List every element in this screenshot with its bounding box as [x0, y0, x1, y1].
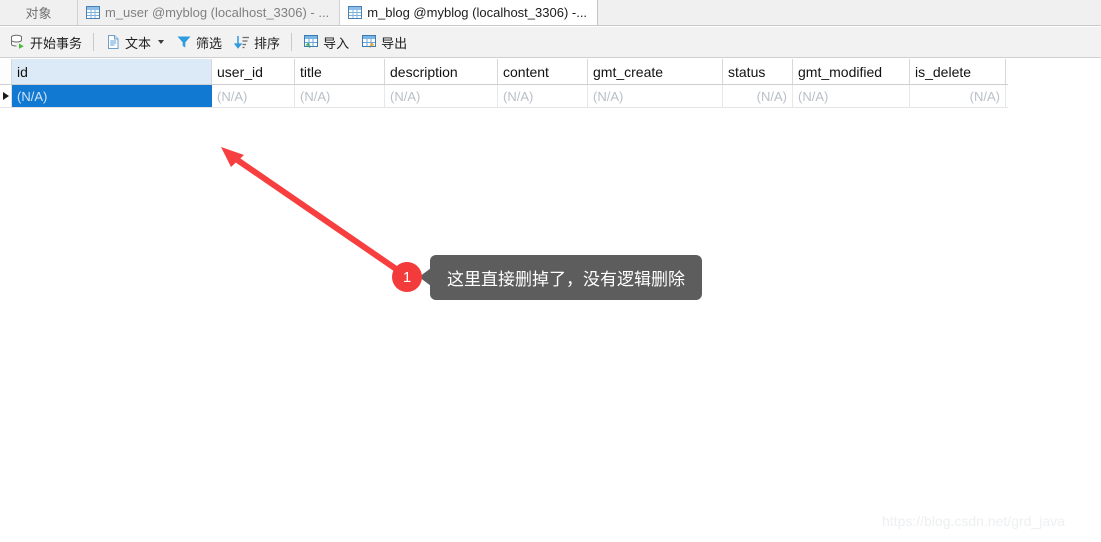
cell-value: (N/A) [969, 88, 1000, 104]
cell-value: (N/A) [503, 88, 534, 104]
column-header-label: id [17, 63, 28, 80]
annotation-step-number: 1 [402, 268, 412, 286]
column-header-title[interactable]: title [295, 59, 385, 84]
grid-toolbar: 开始事务 文本 筛选 排序 导入 导出 [0, 27, 1101, 58]
tab-bar: 对象 m_user @myblog (localhost_3306) - ... [0, 0, 1101, 26]
filter-button[interactable]: 筛选 [170, 30, 228, 54]
cell-title[interactable]: (N/A) [295, 85, 385, 107]
cell-value: (N/A) [593, 88, 624, 104]
annotation-callout-text: 这里直接删掉了，没有逻辑删除 [447, 270, 685, 289]
begin-transaction-button[interactable]: 开始事务 [4, 30, 88, 54]
grid-gutter-header [0, 59, 12, 84]
cell-gmt-create[interactable]: (N/A) [588, 85, 723, 107]
row-indicator-cell [0, 85, 12, 107]
tab-m-blog-label: m_blog @myblog (localhost_3306) -... [367, 5, 588, 20]
column-header-label: content [503, 63, 549, 80]
column-header-status[interactable]: status [723, 59, 793, 84]
tab-m-user-label: m_user @myblog (localhost_3306) - ... [105, 5, 330, 20]
cell-value: (N/A) [798, 88, 829, 104]
column-header-gmt-create[interactable]: gmt_create [588, 59, 723, 84]
column-header-label: gmt_modified [798, 63, 883, 80]
cell-value: (N/A) [217, 88, 248, 104]
cell-is-delete[interactable]: (N/A) [910, 85, 1006, 107]
column-header-content[interactable]: content [498, 59, 588, 84]
current-row-arrow-icon [2, 92, 9, 100]
cell-value: (N/A) [17, 88, 48, 104]
begin-transaction-label: 开始事务 [30, 35, 83, 51]
column-header-is-delete[interactable]: is_delete [910, 59, 1006, 84]
cell-value: (N/A) [756, 88, 787, 104]
grid-import-icon [304, 35, 319, 49]
cell-content[interactable]: (N/A) [498, 85, 588, 107]
import-button-label: 导入 [323, 35, 350, 51]
column-header-label: user_id [217, 63, 263, 80]
sort-descending-icon [234, 36, 250, 49]
annotation-arrow [221, 147, 401, 274]
cell-status[interactable]: (N/A) [723, 85, 793, 107]
column-header-id[interactable]: id [12, 59, 212, 84]
cell-description[interactable]: (N/A) [385, 85, 498, 107]
funnel-icon [177, 36, 191, 48]
objects-label-text: 对象 [25, 6, 52, 21]
table-row[interactable]: (N/A) (N/A) (N/A) (N/A) (N/A) (N/A) (N/A… [0, 85, 1008, 108]
cell-id[interactable]: (N/A) [12, 85, 212, 107]
sort-button[interactable]: 排序 [228, 30, 286, 54]
text-button[interactable]: 文本 [99, 30, 170, 54]
sort-button-label: 排序 [254, 35, 281, 51]
toolbar-separator-2 [291, 33, 293, 51]
column-header-label: description [390, 63, 458, 80]
tab-bar-empty-area [598, 0, 1101, 25]
column-header-label: gmt_create [593, 63, 664, 80]
table-grid-icon [86, 6, 100, 19]
tab-m-user[interactable]: m_user @myblog (localhost_3306) - ... [78, 0, 341, 25]
data-grid: id user_id title description content gmt… [0, 59, 1008, 108]
column-header-description[interactable]: description [385, 59, 498, 84]
database-play-icon [11, 34, 24, 49]
document-icon [108, 35, 119, 49]
tab-m-blog[interactable]: m_blog @myblog (localhost_3306) -... [340, 0, 599, 25]
objects-panel-label[interactable]: 对象 [0, 0, 78, 25]
column-header-label: title [300, 63, 322, 80]
column-header-label: is_delete [915, 63, 972, 80]
cell-user-id[interactable]: (N/A) [212, 85, 295, 107]
annotation-callout: 这里直接删掉了，没有逻辑删除 [430, 255, 702, 300]
chevron-down-icon[interactable] [158, 40, 165, 44]
annotation-step-badge: 1 [392, 262, 422, 292]
watermark: https://blog.csdn.net/grd_java [882, 513, 1065, 529]
nav icat-data-grid-window: 对象 m_user @myblog (localhost_3306) - ... [0, 0, 1101, 542]
export-button[interactable]: 导出 [355, 30, 413, 54]
column-header-label: status [728, 63, 766, 80]
text-button-label: 文本 [125, 35, 152, 51]
grid-header-row: id user_id title description content gmt… [0, 59, 1008, 85]
toolbar-separator-1 [93, 33, 95, 51]
cell-value: (N/A) [300, 88, 331, 104]
column-header-user-id[interactable]: user_id [212, 59, 295, 84]
watermark-text: https://blog.csdn.net/grd_java [882, 513, 1065, 529]
import-button[interactable]: 导入 [297, 30, 355, 54]
table-grid-icon [348, 6, 363, 19]
cell-value: (N/A) [390, 88, 421, 104]
filter-button-label: 筛选 [196, 35, 223, 51]
export-button-label: 导出 [381, 35, 408, 51]
grid-export-icon [362, 35, 377, 49]
cell-gmt-modified[interactable]: (N/A) [793, 85, 910, 107]
column-header-gmt-modified[interactable]: gmt_modified [793, 59, 910, 84]
